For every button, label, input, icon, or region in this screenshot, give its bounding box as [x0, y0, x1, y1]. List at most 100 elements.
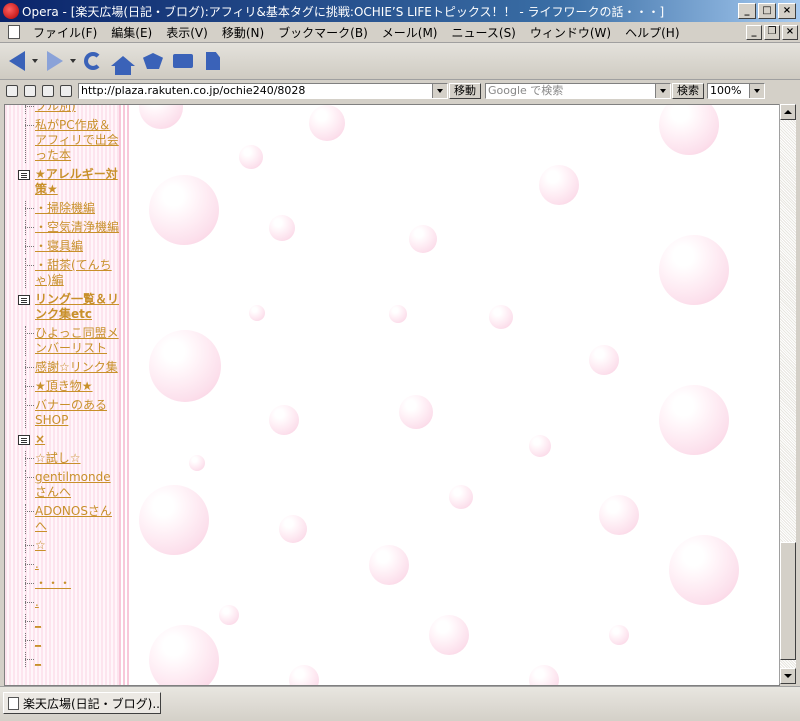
zoom-select[interactable]: 100% [707, 82, 765, 99]
sidebar-link[interactable]: ブル別) [5, 105, 129, 114]
scrollbar-thumb[interactable] [780, 542, 796, 660]
menu-mail[interactable]: メール(M) [375, 24, 445, 41]
sidebar-link[interactable]: ・寝具編 [5, 239, 129, 254]
sidebar-link[interactable]: ・空気清浄機編 [5, 220, 129, 235]
forward-history-dropdown-icon[interactable] [70, 59, 76, 63]
doc-close-button[interactable]: × [782, 24, 798, 40]
sidebar-link[interactable]: . [5, 557, 129, 572]
menu-view[interactable]: 表示(V) [159, 24, 215, 41]
sidebar-link[interactable]: ひよっこ同盟メンバーリスト [5, 326, 129, 356]
document-icon[interactable] [8, 25, 20, 39]
menu-bookmarks[interactable]: ブックマーク(B) [271, 24, 375, 41]
page-bar: 楽天広場(日記・ブログ)... [0, 686, 800, 721]
bubble-decoration [269, 215, 295, 241]
camera-icon[interactable] [24, 84, 36, 97]
sidebar-category-label: リング一覧＆リンク集etc [35, 292, 120, 321]
bubble-decoration [449, 485, 473, 509]
print-icon [173, 54, 193, 68]
back-button[interactable] [4, 48, 30, 74]
scroll-up-icon[interactable] [780, 104, 796, 120]
bubble-decoration [279, 515, 307, 543]
sidebar-category[interactable]: ★アレルギー対策★ [5, 167, 129, 197]
sidebar-link[interactable]: ☆ [5, 538, 129, 553]
menu-bar: ファイル(F) 編集(E) 表示(V) 移動(N) ブックマーク(B) メール(… [0, 22, 800, 43]
sidebar-link[interactable]: . [5, 595, 129, 610]
sidebar-link[interactable]: ★頂き物★ [5, 379, 129, 394]
sidebar-category[interactable]: リング一覧＆リンク集etc [5, 292, 129, 322]
hotlist-icon [143, 53, 163, 69]
category-list-icon [18, 435, 30, 445]
bubble-decoration [219, 605, 239, 625]
bubble-decoration [529, 665, 559, 685]
search-input[interactable]: Google で検索 [485, 82, 671, 99]
vertical-scrollbar[interactable] [779, 104, 796, 684]
menu-edit[interactable]: 編集(E) [104, 24, 159, 41]
sidebar-link[interactable]: gentilmondeさんへ [5, 470, 129, 500]
url-input[interactable]: http://plaza.rakuten.co.jp/ochie240/8028 [78, 82, 448, 99]
menu-help[interactable]: ヘルプ(H) [618, 24, 686, 41]
sidebar-link[interactable]: _ [5, 633, 129, 648]
zoom-dropdown-icon[interactable] [749, 83, 764, 98]
bubble-decoration [369, 545, 409, 585]
bubble-decoration [539, 165, 579, 205]
sidebar-link[interactable]: ・甜茶(てんちゃ)編 [5, 258, 129, 288]
bubble-decoration [139, 105, 183, 129]
menu-window[interactable]: ウィンドウ(W) [523, 24, 618, 41]
minimize-button[interactable]: _ [738, 3, 756, 19]
sidebar-link[interactable]: ADONOSさんへ [5, 504, 129, 534]
menu-navigation[interactable]: 移動(N) [215, 24, 271, 41]
window-title: Opera - [楽天広場(日記・ブログ):アフィリ&基本タグに挑戦:OCHIE… [22, 4, 665, 19]
scroll-down-icon[interactable] [780, 668, 796, 684]
sidebar-link[interactable]: ・掃除機編 [5, 201, 129, 216]
sidebar-link[interactable]: _ [5, 614, 129, 629]
url-dropdown-icon[interactable] [432, 83, 447, 98]
bubble-decoration [149, 330, 221, 402]
bubble-decoration [529, 435, 551, 457]
bubble-decoration [589, 345, 619, 375]
doc-minimize-button[interactable]: _ [746, 24, 762, 40]
menu-news[interactable]: ニュース(S) [444, 24, 522, 41]
home-icon [111, 56, 135, 75]
page-info-icon[interactable] [42, 84, 54, 97]
page-tab[interactable]: 楽天広場(日記・ブログ)... [3, 692, 161, 714]
home-button[interactable] [110, 48, 136, 75]
bubble-decoration [309, 105, 345, 141]
window-title-bar[interactable]: Opera - [楽天広場(日記・ブログ):アフィリ&基本タグに挑戦:OCHIE… [0, 0, 800, 22]
bubble-decoration [139, 485, 209, 555]
doc-restore-button[interactable]: ❐ [764, 24, 780, 40]
security-icon[interactable] [6, 84, 18, 97]
bubble-decoration [399, 395, 433, 429]
sidebar-link[interactable]: 感謝☆リンク集 [5, 360, 129, 375]
bubble-decoration [249, 305, 265, 321]
print-button[interactable] [170, 48, 196, 74]
back-history-dropdown-icon[interactable] [32, 59, 38, 63]
blog-sidebar: ブル別) 私がPC作成＆アフィリで出会った本 ★アレルギー対策★ ・掃除機編・空気清浄… [5, 105, 129, 685]
page-tab-icon [8, 696, 19, 710]
back-arrow-icon [9, 51, 25, 71]
sidebar-link[interactable]: 私がPC作成＆アフィリで出会った本 [5, 118, 129, 163]
menu-file[interactable]: ファイル(F) [26, 24, 104, 41]
sidebar-link[interactable]: ☆試し☆ [5, 451, 129, 466]
page-button[interactable] [200, 48, 226, 74]
category-list-icon [18, 170, 30, 180]
maximize-button[interactable]: □ [758, 3, 776, 19]
sidebar-link[interactable]: バナーのあるSHOP [5, 398, 129, 428]
bubble-decoration [659, 235, 729, 305]
sidebar-link[interactable]: _ [5, 652, 129, 667]
sidebar-link[interactable]: ・・・ [5, 576, 129, 591]
forward-button[interactable] [42, 48, 68, 74]
page-tab-title: 楽天広場(日記・ブログ)... [23, 696, 161, 711]
hotlist-button[interactable] [140, 48, 166, 74]
printer-icon[interactable] [60, 84, 72, 97]
search-engine-dropdown-icon[interactable] [655, 83, 670, 98]
reload-button[interactable] [80, 48, 106, 74]
bubble-decoration [429, 615, 469, 655]
bubble-decoration [149, 625, 219, 685]
search-button[interactable]: 検索 [672, 82, 704, 99]
close-button[interactable]: × [778, 3, 796, 19]
sidebar-category-label: ★アレルギー対策★ [35, 167, 118, 196]
go-button[interactable]: 移動 [449, 82, 481, 99]
sidebar-category-label: × [35, 432, 46, 446]
bubble-decoration [489, 305, 513, 329]
sidebar-category[interactable]: × [5, 432, 129, 447]
